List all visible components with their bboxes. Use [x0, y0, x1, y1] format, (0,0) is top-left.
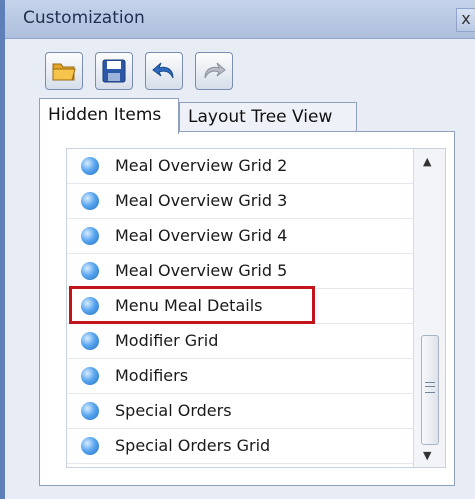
sphere-icon — [81, 157, 99, 175]
list-item[interactable]: Meal Overview Grid 4 — [67, 219, 413, 254]
redo-button[interactable] — [195, 52, 233, 90]
tab-layout-tree-view[interactable]: Layout Tree View — [179, 102, 357, 132]
customization-window: Customization x Hidden Items Layout Tree… — [0, 0, 475, 499]
undo-button[interactable] — [145, 52, 183, 90]
list-item-label: Meal Overview Grid 2 — [115, 156, 288, 175]
hidden-items-list[interactable]: Meal Overview Grid 2 Meal Overview Grid … — [66, 148, 446, 468]
list-item-label: Meal Overview Grid 3 — [115, 191, 288, 210]
list-item[interactable]: Meal Overview Grid 3 — [67, 184, 413, 219]
scroll-down-arrow-icon[interactable]: ▼ — [423, 449, 431, 462]
close-button[interactable]: x — [456, 8, 475, 32]
list-item-label: Meal Overview Grid 4 — [115, 226, 288, 245]
save-button[interactable] — [95, 52, 133, 90]
sphere-icon — [81, 192, 99, 210]
list-item-label: Special Orders — [115, 401, 232, 420]
sphere-icon — [81, 332, 99, 350]
list-item-label: Meal Overview Grid 5 — [115, 261, 288, 280]
hidden-items-panel: Meal Overview Grid 2 Meal Overview Grid … — [39, 131, 455, 486]
floppy-disk-icon — [102, 59, 126, 83]
list-item-label: Modifiers — [115, 366, 189, 385]
undo-arrow-icon — [152, 62, 174, 79]
vertical-scrollbar[interactable]: ▲ ▼ — [413, 149, 445, 467]
list-item[interactable]: Meal Overview Grid 2 — [67, 149, 413, 184]
tab-label: Hidden Items — [48, 105, 162, 125]
open-folder-button[interactable] — [45, 52, 83, 90]
sphere-icon — [81, 437, 99, 455]
tab-hidden-items[interactable]: Hidden Items — [39, 98, 179, 134]
title-bar[interactable]: Customization x — [5, 0, 475, 39]
grip-icon — [425, 382, 435, 393]
list-item[interactable]: Meal Overview Grid 5 — [67, 254, 413, 289]
highlight-box — [69, 286, 315, 324]
list-item-label: Special Orders Grid — [115, 436, 271, 455]
folder-open-icon — [52, 63, 76, 81]
list-item[interactable]: Modifier Grid — [67, 324, 413, 359]
sphere-icon — [81, 262, 99, 280]
list-item[interactable]: Special Orders Grid — [67, 429, 413, 464]
scroll-up-arrow-icon[interactable]: ▲ — [423, 155, 431, 168]
redo-arrow-icon — [204, 62, 226, 79]
sphere-icon — [81, 402, 99, 420]
list-item-label: Modifier Grid — [115, 331, 219, 350]
list-item[interactable]: Special Orders — [67, 394, 413, 429]
sphere-icon — [81, 227, 99, 245]
tab-label: Layout Tree View — [188, 107, 333, 127]
window-title: Customization — [23, 8, 145, 28]
sphere-icon — [81, 367, 99, 385]
list-item[interactable]: Modifiers — [67, 359, 413, 394]
scroll-thumb[interactable] — [421, 335, 439, 445]
